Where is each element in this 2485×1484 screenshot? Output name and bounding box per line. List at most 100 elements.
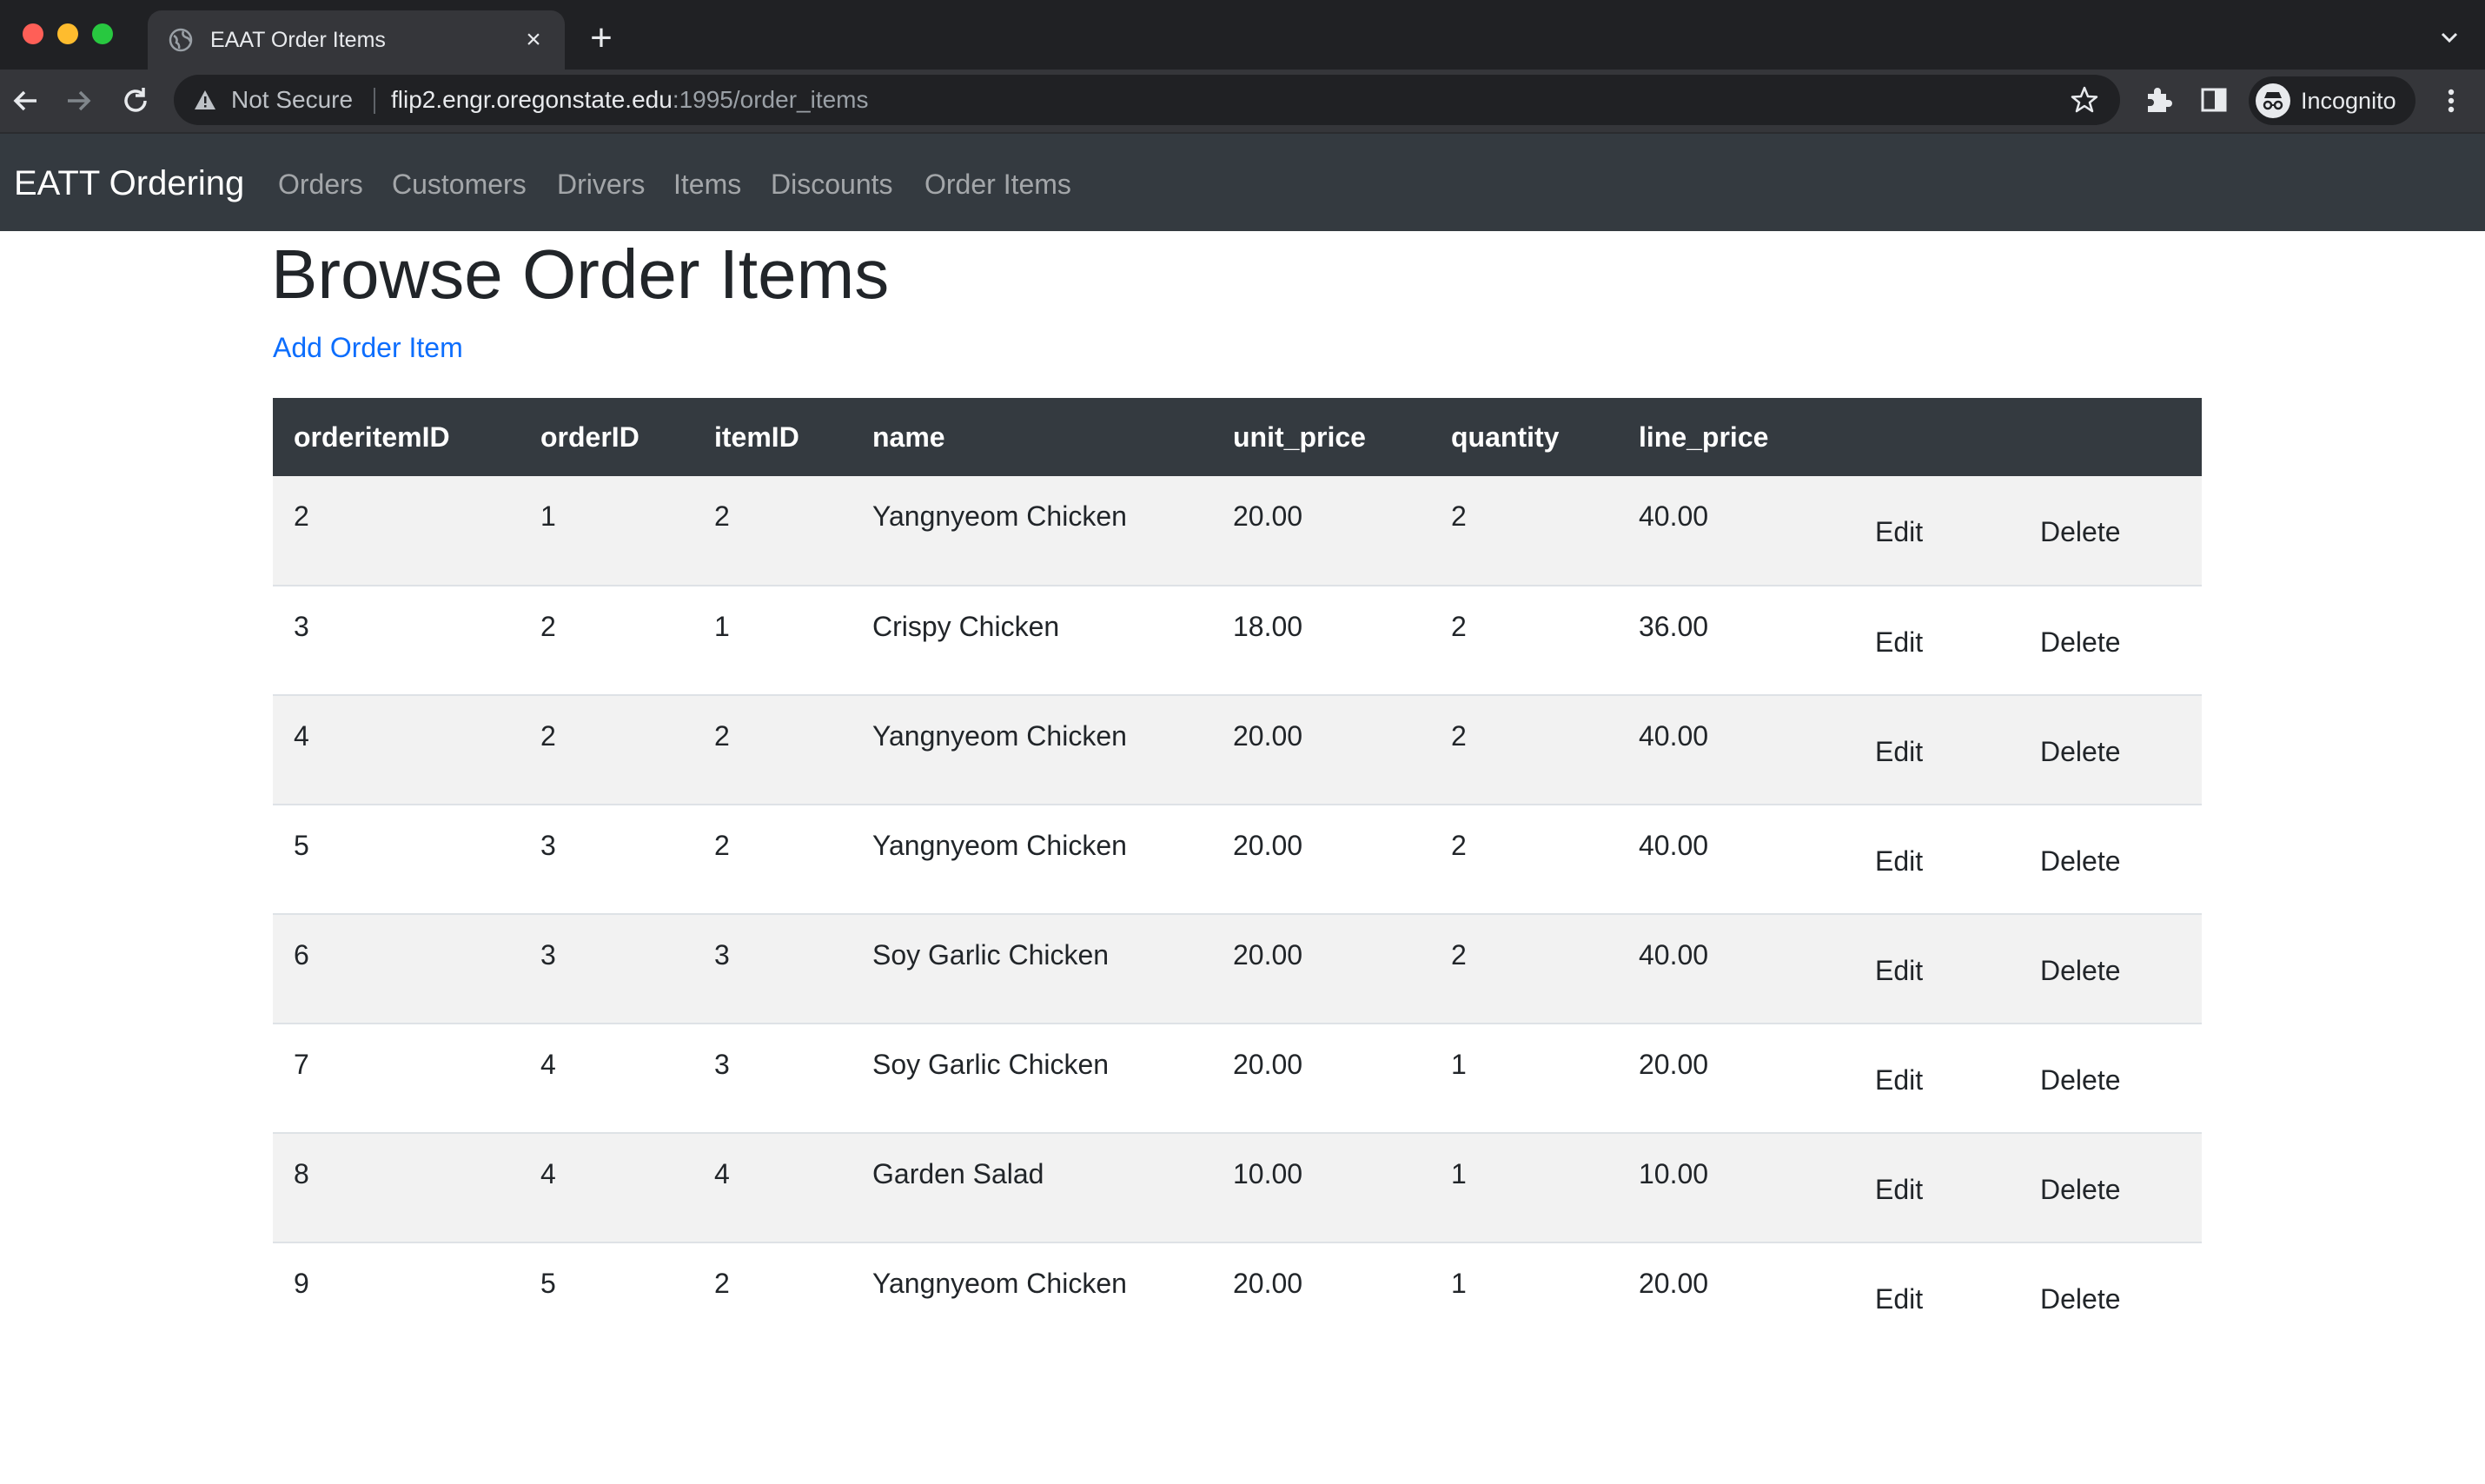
edit-button[interactable]: Edit: [1844, 914, 2009, 1024]
address-divider: [374, 88, 375, 114]
cell-itemid: 3: [714, 939, 730, 971]
edit-button[interactable]: Edit: [1844, 805, 2009, 914]
add-order-item-link[interactable]: Add Order Item: [273, 330, 463, 365]
cell-orderitemid: 6: [294, 939, 309, 971]
cell-orderid: 3: [540, 830, 556, 861]
maximize-window-button[interactable]: [92, 23, 113, 44]
warning-icon: [195, 90, 215, 109]
delete-button[interactable]: Delete: [2009, 1133, 2202, 1242]
incognito-profile-button[interactable]: Incognito: [2249, 76, 2415, 125]
cell-orderitemid: 7: [294, 1049, 309, 1080]
back-arrow-icon[interactable]: [9, 83, 43, 118]
minimize-window-button[interactable]: [57, 23, 78, 44]
close-tab-icon[interactable]: ×: [520, 26, 547, 54]
tab-title: EAAT Order Items: [210, 28, 386, 52]
cell-quantity: 2: [1451, 830, 1467, 861]
cell-itemid: 3: [714, 1049, 730, 1080]
cell-quantity: 2: [1451, 500, 1467, 532]
table-row: 3 2 1 Crispy Chicken 18.00 2 36.00 Edit …: [273, 586, 2202, 695]
cell-unit-price: 18.00: [1233, 611, 1303, 642]
cell-quantity: 1: [1451, 1049, 1467, 1080]
delete-button[interactable]: Delete: [2009, 1024, 2202, 1133]
column-header-delete: [2009, 398, 2202, 476]
edit-button[interactable]: Edit: [1844, 586, 2009, 695]
cell-unit-price: 20.00: [1233, 500, 1303, 532]
column-header-orderitemid: orderitemID: [294, 421, 450, 453]
nav-link-orders[interactable]: Orders: [278, 167, 363, 202]
cell-orderid: 3: [540, 939, 556, 971]
side-panel-icon[interactable]: [2198, 84, 2230, 116]
cell-orderitemid: 8: [294, 1158, 309, 1189]
delete-button[interactable]: Delete: [2009, 586, 2202, 695]
cell-quantity: 1: [1451, 1268, 1467, 1299]
edit-button[interactable]: Edit: [1844, 1024, 2009, 1133]
extensions-puzzle-icon[interactable]: [2141, 83, 2174, 116]
cell-orderid: 4: [540, 1158, 556, 1189]
cell-orderid: 4: [540, 1049, 556, 1080]
cell-itemid: 1: [714, 611, 730, 642]
nav-link-discounts[interactable]: Discounts: [771, 167, 893, 202]
table-row: 9 5 2 Yangnyeom Chicken 20.00 1 20.00 Ed…: [273, 1242, 2202, 1352]
address-bar[interactable]: Not Secure flip2.engr.oregonstate.edu:19…: [174, 75, 2120, 125]
cell-orderitemid: 2: [294, 500, 309, 532]
chevron-down-icon[interactable]: [2436, 24, 2462, 50]
close-window-button[interactable]: [23, 23, 43, 44]
table-header-row: orderitemID orderID itemID name unit_pri…: [273, 398, 2202, 476]
bookmark-star-icon[interactable]: [2070, 85, 2099, 115]
nav-link-order-items[interactable]: Order Items: [924, 167, 1071, 202]
navbar-brand[interactable]: EATT Ordering: [14, 163, 244, 203]
cell-name: Yangnyeom Chicken: [872, 830, 1127, 861]
cell-name: Soy Garlic Chicken: [872, 939, 1110, 971]
cell-itemid: 2: [714, 500, 730, 532]
cell-name: Soy Garlic Chicken: [872, 1049, 1110, 1080]
cell-unit-price: 20.00: [1233, 1268, 1303, 1299]
browser-toolbar: Not Secure flip2.engr.oregonstate.edu:19…: [0, 70, 2485, 134]
cell-line-price: 40.00: [1639, 830, 1709, 861]
delete-button[interactable]: Delete: [2009, 805, 2202, 914]
table-row: 8 4 4 Garden Salad 10.00 1 10.00 Edit De…: [273, 1133, 2202, 1242]
order-items-table-container: orderitemID orderID itemID name unit_pri…: [273, 398, 2202, 1352]
page-title: Browse Order Items: [271, 235, 890, 313]
url-host: flip2.engr.oregonstate.edu: [391, 86, 673, 113]
nav-link-items[interactable]: Items: [673, 167, 741, 202]
cell-orderitemid: 9: [294, 1268, 309, 1299]
delete-button[interactable]: Delete: [2009, 476, 2202, 586]
cell-unit-price: 20.00: [1233, 720, 1303, 752]
table-row: 6 3 3 Soy Garlic Chicken 20.00 2 40.00 E…: [273, 914, 2202, 1024]
cell-line-price: 20.00: [1639, 1049, 1709, 1080]
cell-orderitemid: 3: [294, 611, 309, 642]
column-header-line-price: line_price: [1639, 421, 1769, 453]
browser-tab[interactable]: EAAT Order Items ×: [148, 10, 565, 70]
edit-button[interactable]: Edit: [1844, 1133, 2009, 1242]
forward-arrow-icon[interactable]: [61, 83, 96, 118]
new-tab-button[interactable]: +: [584, 19, 619, 57]
nav-link-customers[interactable]: Customers: [392, 167, 527, 202]
cell-orderitemid: 4: [294, 720, 309, 752]
cell-name: Garden Salad: [872, 1158, 1044, 1189]
table-row: 7 4 3 Soy Garlic Chicken 20.00 1 20.00 E…: [273, 1024, 2202, 1133]
delete-button[interactable]: Delete: [2009, 695, 2202, 805]
cell-orderitemid: 5: [294, 830, 309, 861]
cell-name: Crispy Chicken: [872, 611, 1060, 642]
edit-button[interactable]: Edit: [1844, 476, 2009, 586]
edit-button[interactable]: Edit: [1844, 1242, 2009, 1352]
reload-icon[interactable]: [118, 83, 153, 118]
delete-button[interactable]: Delete: [2009, 914, 2202, 1024]
cell-itemid: 2: [714, 830, 730, 861]
cell-itemid: 4: [714, 1158, 730, 1189]
column-header-quantity: quantity: [1451, 421, 1560, 453]
security-status[interactable]: Not Secure: [231, 86, 353, 114]
cell-itemid: 2: [714, 1268, 730, 1299]
cell-line-price: 40.00: [1639, 939, 1709, 971]
url-text[interactable]: flip2.engr.oregonstate.edu:1995/order_it…: [391, 86, 869, 114]
nav-link-drivers[interactable]: Drivers: [557, 167, 645, 202]
cell-quantity: 2: [1451, 611, 1467, 642]
cell-unit-price: 20.00: [1233, 1049, 1303, 1080]
cell-line-price: 40.00: [1639, 720, 1709, 752]
table-row: 5 3 2 Yangnyeom Chicken 20.00 2 40.00 Ed…: [273, 805, 2202, 914]
cell-line-price: 40.00: [1639, 500, 1709, 532]
cell-name: Yangnyeom Chicken: [872, 1268, 1127, 1299]
edit-button[interactable]: Edit: [1844, 695, 2009, 805]
more-menu-icon[interactable]: [2438, 83, 2464, 118]
delete-button[interactable]: Delete: [2009, 1242, 2202, 1352]
